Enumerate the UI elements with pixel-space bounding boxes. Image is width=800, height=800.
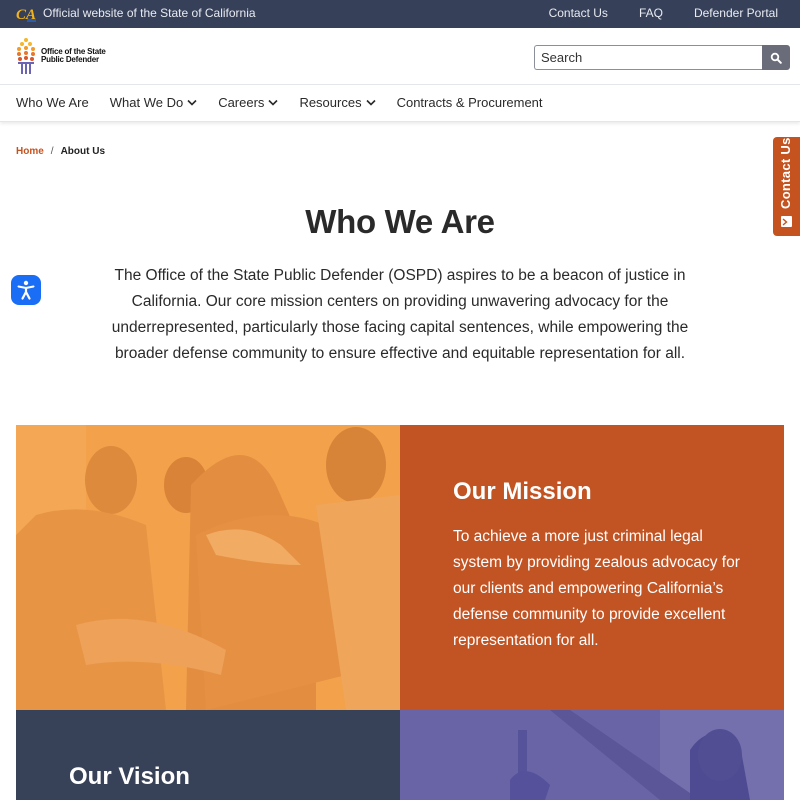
search-button[interactable] xyxy=(762,45,790,70)
mission-heading: Our Mission xyxy=(453,478,592,505)
breadcrumb: Home / About Us xyxy=(16,146,105,157)
vision-photo-lady-justice xyxy=(400,710,784,800)
mission-photo-people-embracing xyxy=(16,425,400,710)
nav-item-resources[interactable]: Resources xyxy=(299,95,376,110)
search-form xyxy=(534,45,790,70)
breadcrumb-home-link[interactable]: Home xyxy=(16,146,44,157)
chevron-down-icon xyxy=(268,99,279,106)
nav-item-who-we-are[interactable]: Who We Are xyxy=(16,95,89,110)
nav-item-careers[interactable]: Careers xyxy=(218,95,279,110)
nav-item-label: Resources xyxy=(299,95,362,110)
nav-item-label: What We Do xyxy=(109,95,184,110)
utility-link-faq[interactable]: FAQ xyxy=(639,6,663,20)
breadcrumb-current: About Us xyxy=(60,146,106,157)
utility-links: Contact Us FAQ Defender Portal xyxy=(518,6,778,20)
nav-item-label: Who We Are xyxy=(16,95,89,110)
logo-text: Office of the State Public Defender xyxy=(41,48,106,64)
utility-bar: CA Official website of the State of Cali… xyxy=(0,0,800,28)
site-header: Office of the State Public Defender xyxy=(0,28,800,85)
ospd-torch-logo-icon xyxy=(17,38,35,74)
contact-tab-label: Contact Us xyxy=(778,137,793,209)
search-input[interactable] xyxy=(534,45,762,70)
utility-link-defender-portal[interactable]: Defender Portal xyxy=(694,6,778,20)
chevron-down-icon xyxy=(366,99,376,106)
breadcrumb-separator: / xyxy=(50,146,54,157)
intro-paragraph: The Office of the State Public Defender … xyxy=(111,267,689,362)
official-website-text: Official website of the State of Califor… xyxy=(43,6,256,20)
logo-line-2: Public Defender xyxy=(41,55,99,64)
mission-body: To achieve a more just criminal legal sy… xyxy=(453,528,740,649)
vision-panel: Our Vision xyxy=(16,710,400,800)
search-icon xyxy=(770,52,782,64)
ospd-logo[interactable]: Office of the State Public Defender xyxy=(16,36,116,76)
mission-panel: Our Mission To achieve a more just crimi… xyxy=(400,425,784,710)
photo-overlay-orange xyxy=(16,425,400,710)
nav-item-contracts-procurement[interactable]: Contracts & Procurement xyxy=(397,95,543,110)
photo-overlay-purple xyxy=(400,710,784,800)
utility-link-contact-us[interactable]: Contact Us xyxy=(549,6,608,20)
chevron-down-icon xyxy=(187,99,197,106)
page-title: Who We Are xyxy=(305,203,495,240)
main-nav: Who We Are What We Do Careers Resources … xyxy=(0,85,800,122)
ca-gov-logo-icon[interactable]: CA xyxy=(15,4,37,24)
accessibility-icon xyxy=(17,280,35,300)
vision-heading: Our Vision xyxy=(69,763,190,790)
nav-item-label: Contracts & Procurement xyxy=(396,95,543,110)
nav-item-what-we-do[interactable]: What We Do xyxy=(110,95,197,110)
accessibility-button[interactable] xyxy=(11,275,41,305)
nav-item-label: Careers xyxy=(218,95,265,110)
